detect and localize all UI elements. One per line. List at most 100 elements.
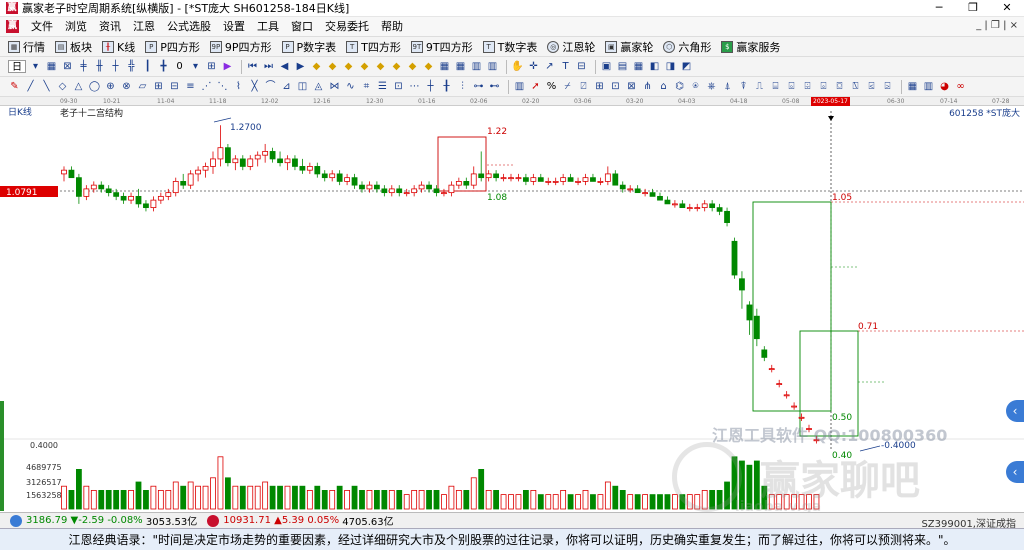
tool-icon[interactable]: ⍋ [721,80,734,93]
line-icon[interactable]: ╋ [157,60,170,73]
tool-icon[interactable]: ⊿ [280,80,293,93]
tool-icon[interactable]: ⋯ [408,80,421,93]
diamond-icon[interactable]: ◆ [374,60,387,73]
side-panel-toggle-button[interactable]: ‹ [1006,400,1024,422]
zoom-icon[interactable]: ⊠ [61,60,74,73]
tool-icon[interactable]: ╳ [248,80,261,93]
tool-icon[interactable]: ∿ [344,80,357,93]
hand-icon[interactable]: ✋ [511,60,524,73]
tool-icon[interactable]: ⌻ [817,80,830,93]
tool-icon[interactable]: ◬ [312,80,325,93]
diamond-icon[interactable]: ◆ [342,60,355,73]
box-icon[interactable]: ◧ [648,60,661,73]
diamond-icon[interactable]: ◆ [358,60,371,73]
car-icon[interactable]: ◨ [664,60,677,73]
tool-icon[interactable]: ≡ [184,80,197,93]
tool-icon[interactable]: ⌂ [657,80,670,93]
menu-formula[interactable]: 公式选股 [161,17,217,37]
tool-icon[interactable]: ⌿ [561,80,574,93]
tool-icon[interactable]: ◯ [88,80,101,93]
globe-icon[interactable]: ◕ [938,80,951,93]
bars-icon[interactable]: ▥ [470,60,483,73]
toolbar-service-button[interactable]: $ 赢家服务 [721,39,780,55]
toolbar-t-square-button[interactable]: T T四方形 [346,39,401,55]
tool-icon[interactable]: ⍄ [881,80,894,93]
close-button[interactable]: ✕ [990,0,1024,17]
counter-select[interactable]: 0 [173,60,186,73]
candles-icon[interactable]: ╫ [93,60,106,73]
tool-icon[interactable]: ⋰ [200,80,213,93]
tool-icon[interactable]: △ [72,80,85,93]
send-icon[interactable]: ◩ [680,60,693,73]
tool-icon[interactable]: ╱ [24,80,37,93]
mdi-controls[interactable]: _ | ❐ | × [976,20,1018,31]
tool-icon[interactable]: ⎈ [705,80,718,93]
ruler-icon[interactable]: ▥ [922,80,935,93]
side-panel-toggle-button-2[interactable]: ‹ [1006,461,1024,483]
menu-help[interactable]: 帮助 [375,17,409,37]
arrow-icon[interactable]: ↗ [543,60,556,73]
prev-icon[interactable]: ◀ [278,60,291,73]
tool-icon[interactable]: ⊡ [392,80,405,93]
tool-icon[interactable]: ⫶ [456,80,469,93]
column-icon[interactable]: ┃ [141,60,154,73]
toolbar-t-table-button[interactable]: T T数字表 [482,39,537,55]
toolbar-sector-button[interactable]: ▤ 板块 [55,39,92,55]
last-icon[interactable]: ⏭ [262,60,275,73]
maximize-button[interactable]: ❐ [956,0,990,17]
diamond-icon[interactable]: ◆ [326,60,339,73]
tool-icon[interactable]: ⊞ [152,80,165,93]
tool-icon[interactable]: ⎍ [753,80,766,93]
toolbar-gann-wheel-button[interactable]: ◎ 江恩轮 [547,39,595,55]
tool-icon[interactable]: ⊡ [609,80,622,93]
toolbar-p-square-button[interactable]: P P四方形 [145,39,200,55]
menu-settings[interactable]: 设置 [217,17,251,37]
percent-label[interactable]: % [545,80,558,93]
menu-tools[interactable]: 工具 [251,17,285,37]
pen-icon[interactable]: ✎ [8,80,21,93]
minimize-button[interactable]: ─ [922,0,956,17]
toolbar-kline-button[interactable]: ╫ K线 [102,39,135,55]
cube-icon[interactable]: ▣ [600,60,613,73]
tool-icon[interactable]: ⌬ [673,80,686,93]
tool-icon[interactable]: ⍁ [577,80,590,93]
tool-icon[interactable]: ◫ [296,80,309,93]
tool-icon[interactable]: ╲ [40,80,53,93]
tool-icon[interactable]: ⍃ [865,80,878,93]
table-icon[interactable]: ▦ [632,60,645,73]
tool-icon[interactable]: ⍂ [849,80,862,93]
first-icon[interactable]: ⏮ [246,60,259,73]
tool-icon[interactable]: ⋱ [216,80,229,93]
tool-icon[interactable]: ⋈ [328,80,341,93]
menu-gann[interactable]: 江恩 [127,17,161,37]
grid-icon[interactable]: ▦ [454,60,467,73]
arrow-icon[interactable]: ➚ [529,80,542,93]
grid-icon[interactable]: ▦ [438,60,451,73]
tool-icon[interactable]: ╂ [440,80,453,93]
toolbar-9p-square-button[interactable]: 9P 9P四方形 [209,39,272,55]
chevron-down-icon[interactable]: ▾ [189,60,202,73]
diamond-icon[interactable]: ◆ [310,60,323,73]
save-icon[interactable]: ▤ [616,60,629,73]
tool-icon[interactable]: ⊕ [104,80,117,93]
tool-icon[interactable]: ⌒ [264,80,277,93]
tool-icon[interactable]: ⍟ [689,80,702,93]
tool-icon[interactable]: ⌗ [360,80,373,93]
tool-icon[interactable]: ⊠ [625,80,638,93]
settings-icon[interactable]: ⊞ [205,60,218,73]
tool-icon[interactable]: ⊟ [168,80,181,93]
bars-icon[interactable]: ╪ [77,60,90,73]
chevron-down-icon[interactable]: ▾ [29,60,42,73]
tool-icon[interactable]: ⍒ [737,80,750,93]
toolbar-hexagon-button[interactable]: ⬡ 六角形 [663,39,711,55]
ruler-icon[interactable]: ▥ [513,80,526,93]
tool-icon[interactable]: ⌇ [232,80,245,93]
toolbar-winner-wheel-button[interactable]: ▣ 赢家轮 [605,39,653,55]
bar-chart-icon[interactable]: ╬ [125,60,138,73]
tool-icon[interactable]: ⌹ [801,80,814,93]
toolbar-9t-square-button[interactable]: 9T 9T四方形 [410,39,473,55]
diamond-icon[interactable]: ◆ [390,60,403,73]
crosshair-icon[interactable]: ✛ [527,60,540,73]
tool-icon[interactable]: ◇ [56,80,69,93]
flag-icon[interactable]: ▶ [221,60,234,73]
